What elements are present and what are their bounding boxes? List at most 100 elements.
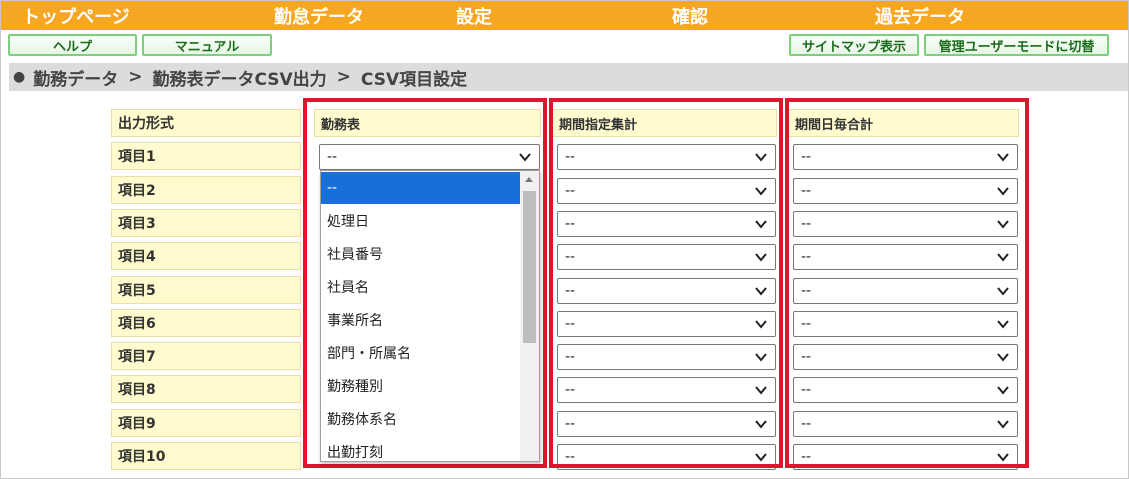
breadcrumb-separator: > — [128, 67, 143, 87]
item-select[interactable]: -- — [793, 278, 1018, 304]
chevron-down-icon — [753, 416, 769, 432]
nav-item-settings[interactable]: 設定 — [424, 3, 524, 29]
column-header: 勤務表 — [314, 109, 541, 137]
select-value: -- — [801, 349, 812, 365]
dropdown-option[interactable]: 社員番号 — [321, 238, 520, 270]
item-select[interactable]: -- — [557, 211, 776, 237]
dropdown-list[interactable]: -- 処理日 社員番号 社員名 事業所名 部門・所属名 勤務種別 勤務体系名 出勤打刻 — [320, 170, 540, 462]
row-label: 項目2 — [111, 176, 301, 204]
chevron-down-icon — [753, 149, 769, 165]
chevron-down-icon — [995, 283, 1011, 299]
select-value: -- — [327, 149, 338, 165]
scroll-thumb[interactable] — [523, 191, 536, 343]
select-value: -- — [565, 449, 576, 465]
breadcrumb-separator: > — [336, 67, 351, 87]
item-select[interactable]: -- — [557, 178, 776, 204]
admin-mode-button[interactable]: 管理ユーザーモードに切替 — [924, 34, 1109, 56]
item-select[interactable]: -- — [793, 211, 1018, 237]
item-select[interactable]: -- — [319, 144, 540, 170]
scroll-up-icon[interactable] — [525, 177, 533, 182]
row-label: 項目1 — [111, 142, 301, 170]
dropdown-option[interactable]: 出勤打刻 — [321, 436, 520, 461]
nav-item-attendance[interactable]: 勤怠データ — [219, 3, 419, 29]
row-label: 項目3 — [111, 209, 301, 237]
nav-item-top[interactable]: トップページ — [1, 3, 161, 29]
chevron-down-icon — [753, 216, 769, 232]
table-header-label: 出力形式 — [111, 109, 301, 137]
chevron-down-icon — [517, 149, 533, 165]
chevron-down-icon — [995, 149, 1011, 165]
help-button[interactable]: ヘルプ — [8, 34, 137, 56]
select-value: -- — [565, 183, 576, 199]
dropdown-option[interactable]: 処理日 — [321, 205, 520, 237]
select-value: -- — [801, 283, 812, 299]
chevron-down-icon — [995, 382, 1011, 398]
item-select[interactable]: -- — [793, 344, 1018, 370]
dropdown-option[interactable]: 社員名 — [321, 271, 520, 303]
chevron-down-icon — [995, 416, 1011, 432]
select-value: -- — [565, 349, 576, 365]
select-value: -- — [801, 449, 812, 465]
row-label: 項目5 — [111, 276, 301, 304]
chevron-down-icon — [753, 349, 769, 365]
item-select[interactable]: -- — [793, 444, 1018, 470]
breadcrumb-item[interactable]: 勤務データ — [33, 65, 118, 90]
item-select[interactable]: -- — [793, 377, 1018, 403]
manual-button[interactable]: マニュアル — [142, 34, 272, 56]
select-value: -- — [565, 382, 576, 398]
select-value: -- — [801, 249, 812, 265]
item-select[interactable]: -- — [557, 344, 776, 370]
item-select[interactable]: -- — [793, 311, 1018, 337]
chevron-down-icon — [995, 349, 1011, 365]
page-frame: トップページ 勤怠データ 設定 確認 過去データ ヘルプ マニュアル サイトマッ… — [0, 0, 1129, 479]
select-value: -- — [565, 416, 576, 432]
select-value: -- — [801, 149, 812, 165]
item-select[interactable]: -- — [793, 244, 1018, 270]
select-value: -- — [801, 416, 812, 432]
top-nav: トップページ 勤怠データ 設定 確認 過去データ — [1, 1, 1128, 30]
breadcrumb-item[interactable]: 勤務表データCSV出力 — [152, 65, 326, 90]
select-value: -- — [801, 183, 812, 199]
toolbar: ヘルプ マニュアル サイトマップ表示 管理ユーザーモードに切替 — [1, 34, 1128, 60]
dropdown-option[interactable]: 勤務種別 — [321, 370, 520, 402]
select-value: -- — [565, 149, 576, 165]
item-select[interactable]: -- — [793, 411, 1018, 437]
chevron-down-icon — [995, 183, 1011, 199]
chevron-down-icon — [995, 216, 1011, 232]
nav-item-past-data[interactable]: 過去データ — [840, 3, 1000, 29]
dropdown-option[interactable]: -- — [321, 172, 520, 204]
chevron-down-icon — [753, 449, 769, 465]
row-label: 項目9 — [111, 409, 301, 437]
select-value: -- — [801, 216, 812, 232]
row-label: 項目10 — [111, 442, 301, 470]
row-label: 項目6 — [111, 309, 301, 337]
chevron-down-icon — [753, 382, 769, 398]
item-select[interactable]: -- — [557, 244, 776, 270]
item-select[interactable]: -- — [557, 444, 776, 470]
dropdown-option[interactable]: 勤務体系名 — [321, 403, 520, 435]
nav-item-confirm[interactable]: 確認 — [640, 3, 740, 29]
select-value: -- — [565, 316, 576, 332]
breadcrumb: ● 勤務データ > 勤務表データCSV出力 > CSV項目設定 — [9, 63, 1128, 91]
chevron-down-icon — [995, 449, 1011, 465]
row-label: 項目7 — [111, 342, 301, 370]
item-select[interactable]: -- — [557, 377, 776, 403]
select-value: -- — [801, 316, 812, 332]
dropdown-option[interactable]: 事業所名 — [321, 304, 520, 336]
item-select[interactable]: -- — [557, 278, 776, 304]
bullet-icon: ● — [13, 69, 26, 85]
item-select[interactable]: -- — [557, 311, 776, 337]
row-label: 項目8 — [111, 375, 301, 403]
item-select[interactable]: -- — [557, 144, 776, 170]
item-select[interactable]: -- — [793, 144, 1018, 170]
item-select[interactable]: -- — [557, 411, 776, 437]
chevron-down-icon — [753, 316, 769, 332]
item-select[interactable]: -- — [793, 178, 1018, 204]
dropdown-option[interactable]: 部門・所属名 — [321, 337, 520, 369]
scrollbar[interactable] — [520, 171, 539, 461]
chevron-down-icon — [753, 249, 769, 265]
row-label: 項目4 — [111, 242, 301, 270]
chevron-down-icon — [753, 283, 769, 299]
sitemap-button[interactable]: サイトマップ表示 — [789, 34, 919, 56]
select-value: -- — [565, 249, 576, 265]
